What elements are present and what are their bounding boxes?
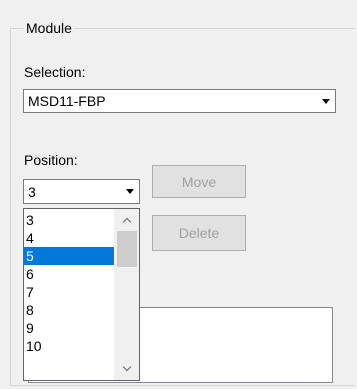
selection-dropdown-button[interactable] (317, 91, 334, 111)
chevron-down-icon (321, 98, 330, 104)
scroll-down-button[interactable] (115, 358, 139, 380)
dropdown-item[interactable]: 8 (24, 301, 114, 319)
dropdown-item[interactable]: 4 (24, 229, 114, 247)
dropdown-item[interactable]: 9 (24, 319, 114, 337)
delete-button[interactable]: Delete (152, 215, 246, 251)
chevron-down-icon (125, 189, 134, 194)
dropdown-item[interactable]: 3 (24, 211, 114, 229)
scrollbar-thumb[interactable] (117, 231, 137, 267)
move-button[interactable]: Move (152, 165, 246, 198)
position-combobox[interactable]: 3 (23, 179, 140, 204)
position-label: Position: (24, 152, 78, 168)
position-dropdown-list[interactable]: 3 4 5 6 7 8 9 10 (23, 208, 140, 381)
move-button-label: Move (181, 173, 217, 190)
dropdown-scrollbar[interactable] (114, 209, 139, 380)
module-panel: Module Selection: MSD11-FBP Position: 3 … (0, 0, 357, 389)
module-group-title: Module (24, 20, 74, 36)
selection-value: MSD11-FBP (28, 93, 106, 109)
delete-button-label: Delete (178, 225, 220, 241)
dropdown-item[interactable]: 6 (24, 265, 114, 283)
selection-combobox[interactable]: MSD11-FBP (23, 89, 336, 113)
dropdown-item-selected[interactable]: 5 (24, 247, 114, 265)
position-dropdown-button[interactable] (121, 181, 138, 202)
selection-label: Selection: (24, 64, 86, 80)
scroll-up-button[interactable] (115, 209, 139, 231)
chevron-down-icon (122, 362, 132, 372)
dropdown-item[interactable]: 7 (24, 283, 114, 301)
position-value: 3 (28, 183, 36, 200)
dropdown-item[interactable]: 10 (24, 337, 114, 355)
chevron-up-icon (122, 217, 132, 227)
